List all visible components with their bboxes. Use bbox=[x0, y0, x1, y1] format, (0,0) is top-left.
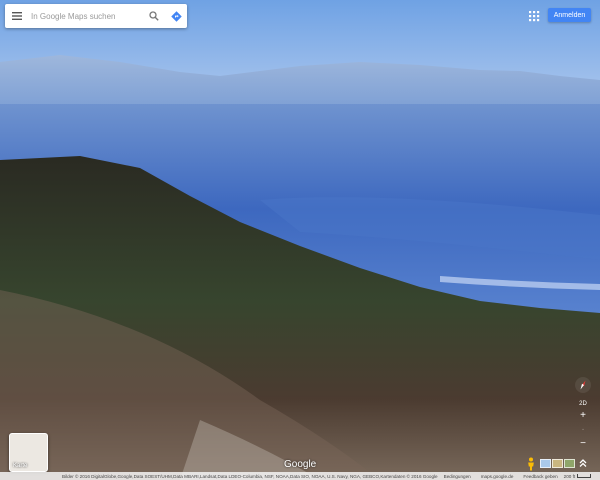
imagery-thumbnails bbox=[540, 459, 575, 468]
pegman-icon[interactable] bbox=[525, 457, 537, 471]
imagery-attribution: Bilder © 2016 DigitalGlobe,Google,Data S… bbox=[62, 473, 438, 479]
attribution-footer: Bilder © 2016 DigitalGlobe,Google,Data S… bbox=[0, 472, 600, 480]
scale-label: 200 ft bbox=[563, 473, 576, 479]
hamburger-menu-icon bbox=[12, 12, 22, 20]
earth-3d-view[interactable] bbox=[0, 0, 600, 480]
map-layer-label: Karte bbox=[13, 463, 28, 469]
navigation-controls: 2D + · − bbox=[575, 377, 591, 449]
chevron-up-double-icon[interactable] bbox=[578, 457, 588, 469]
map-layer-switch[interactable]: Karte bbox=[9, 433, 48, 472]
directions-diamond-icon bbox=[170, 10, 182, 22]
zoom-in-button[interactable]: + bbox=[575, 411, 591, 421]
thumbnail-3[interactable] bbox=[564, 459, 575, 468]
thumbnail-1[interactable] bbox=[540, 459, 551, 468]
feedback-link[interactable]: Feedback geben bbox=[523, 474, 557, 479]
tilt-2d-button[interactable]: 2D bbox=[575, 401, 591, 407]
zoom-slider[interactable]: · bbox=[575, 425, 591, 435]
compass-button[interactable] bbox=[575, 377, 591, 393]
search-input[interactable] bbox=[29, 11, 143, 21]
app-grid-icon[interactable] bbox=[528, 10, 540, 22]
scale-bar bbox=[577, 474, 592, 478]
directions-button[interactable] bbox=[165, 4, 187, 28]
menu-button[interactable] bbox=[5, 4, 29, 28]
compass-needle-icon bbox=[580, 380, 586, 390]
google-logo: Google bbox=[284, 459, 317, 470]
search-button[interactable] bbox=[143, 4, 165, 28]
magnifier-icon bbox=[149, 11, 159, 21]
search-box bbox=[5, 4, 187, 28]
site-link[interactable]: maps.google.de bbox=[481, 474, 514, 479]
terms-link[interactable]: Bedingungen bbox=[444, 474, 471, 479]
zoom-out-button[interactable]: − bbox=[575, 439, 591, 449]
thumbnail-2[interactable] bbox=[552, 459, 563, 468]
sign-in-button[interactable]: Anmelden bbox=[548, 8, 591, 22]
